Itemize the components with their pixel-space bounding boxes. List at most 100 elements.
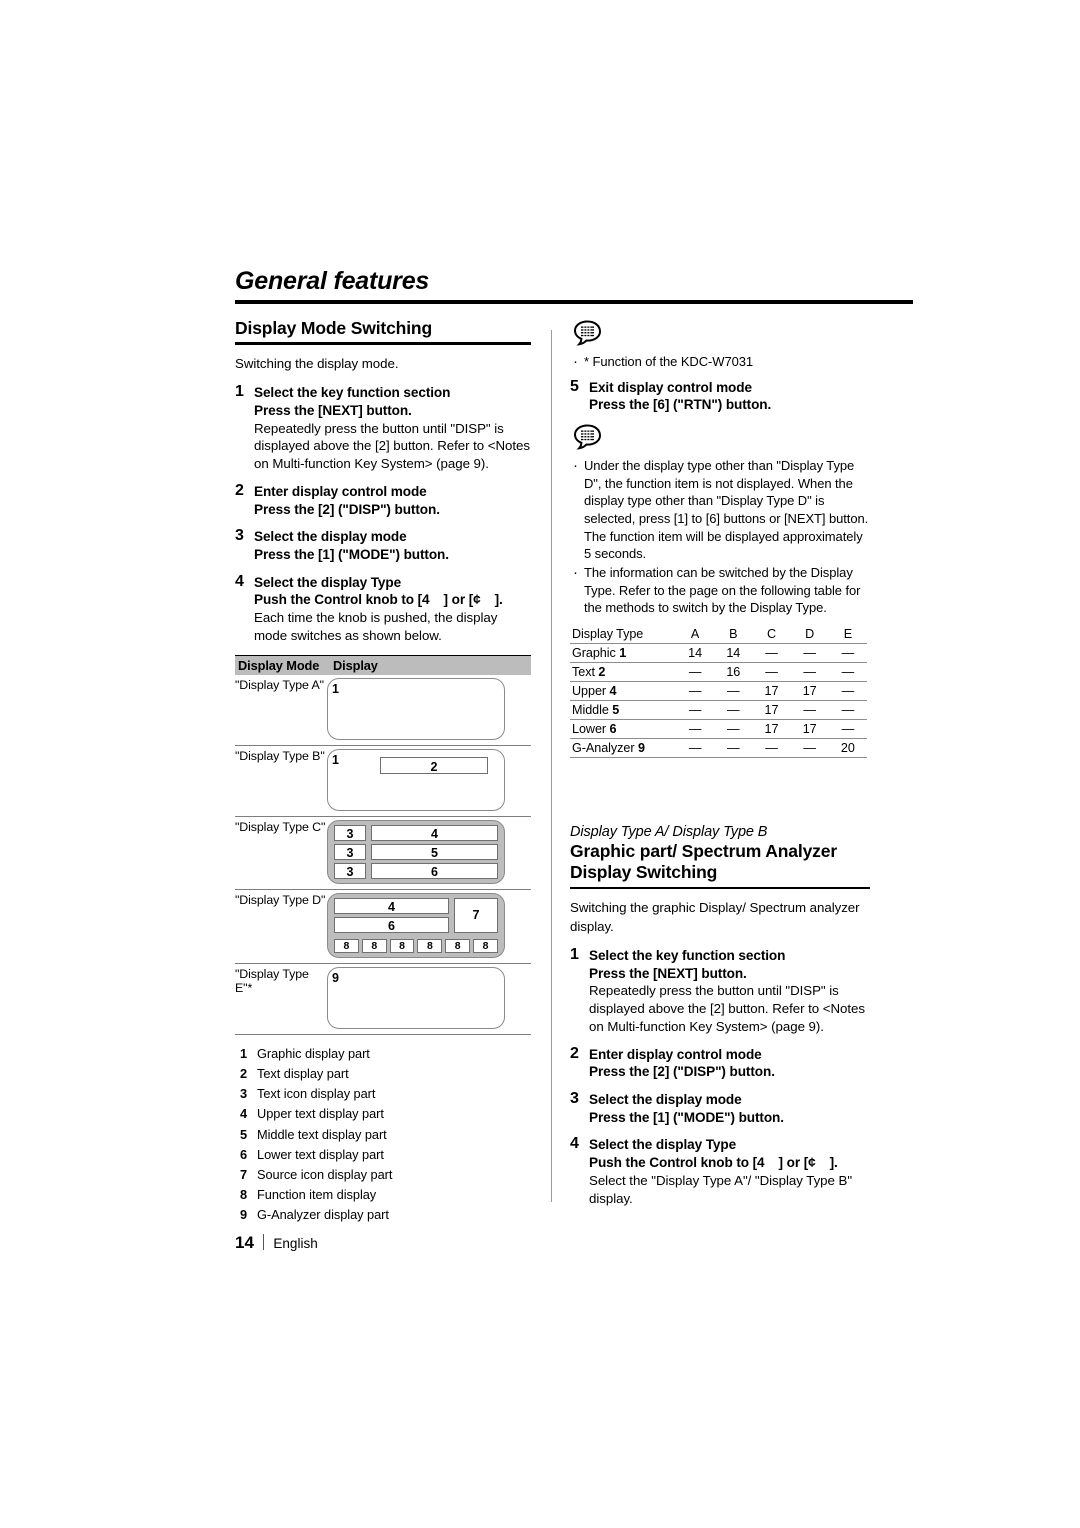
display-mode-figure: Display Mode Display "Display Type A" 1 … <box>235 654 531 1035</box>
cell: — <box>790 700 829 721</box>
step-title: Enter display control mode <box>254 483 427 499</box>
part-callout: 4 <box>371 824 498 841</box>
step-action: Press the [2] ("DISP") button. <box>589 1064 775 1080</box>
screen-function-row: 8 8 8 8 8 8 <box>334 938 498 953</box>
step-item: 3 Select the display mode Press the [1] … <box>570 1090 870 1126</box>
step-title: Select the key function section <box>254 385 451 401</box>
step-number: 3 <box>235 527 244 545</box>
legend-label: Text display part <box>257 1065 349 1081</box>
chapter-header: General features <box>235 267 913 304</box>
table-row: Lower 6 — — 17 17 — <box>570 719 867 740</box>
cell: — <box>676 662 715 683</box>
part-callout: 8 <box>445 938 471 953</box>
row-label: G-Analyzer 9 <box>570 738 676 759</box>
left-column: Display Mode Switching Switching the dis… <box>235 318 531 1226</box>
step-number: 1 <box>570 945 579 963</box>
part-callout: 4 <box>334 897 449 914</box>
knob-action-mid: ] or [¢ <box>778 1155 816 1171</box>
screen-icon-column: 7 <box>454 897 498 936</box>
step-number: 4 <box>570 1135 579 1153</box>
column-header: E <box>828 625 867 645</box>
section-intro: Switching the display mode. <box>235 355 399 371</box>
section-eyebrow: Display Type A/ Display Type B <box>570 824 768 841</box>
step-action: Press the [1] ("MODE") button. <box>589 1109 784 1125</box>
legend-number: 6 <box>240 1146 248 1162</box>
note-list: Under the display type other than "Displ… <box>570 456 870 617</box>
legend-item: 2 Text display part <box>235 1064 531 1084</box>
screen-upper-area: 4 6 7 <box>334 897 498 936</box>
step-title: Select the display mode <box>589 1092 742 1108</box>
section-rule <box>570 886 870 890</box>
display-mode-row-e: "Display Type E"* 9 <box>235 964 531 1035</box>
step-number: 5 <box>570 377 579 395</box>
display-mode-row-d: "Display Type D" 4 6 7 8 8 8 8 8 8 <box>235 890 531 964</box>
header-display: Display <box>333 657 378 673</box>
legend-number: 3 <box>240 1086 248 1102</box>
legend-item: 4 Upper text display part <box>235 1104 531 1124</box>
part-callout: 8 <box>361 938 387 953</box>
screen-type-d: 4 6 7 8 8 8 8 8 8 <box>327 892 505 958</box>
legend-label: Lower text display part <box>257 1146 384 1162</box>
step-number: 1 <box>235 383 244 401</box>
display-mode-label: "Display Type C" <box>235 819 326 834</box>
footer-language: English <box>273 1236 318 1251</box>
part-callout: 1 <box>332 681 339 696</box>
cell: — <box>714 700 753 721</box>
cell: 17 <box>752 681 791 702</box>
part-callout: 7 <box>454 897 498 933</box>
column-divider <box>551 330 552 1202</box>
memo-bubble-icon <box>573 424 870 456</box>
knob-action-mid: ] or [¢ <box>443 592 481 608</box>
column-header: C <box>752 625 791 645</box>
display-mode-screen: 1 <box>327 675 531 745</box>
legend-label: G-Analyzer display part <box>257 1207 389 1223</box>
legend-item: 3 Text icon display part <box>235 1084 531 1104</box>
display-mode-label: "Display Type B" <box>235 748 325 763</box>
chapter-title: General features <box>235 267 430 295</box>
section-title-line2: Display Switching <box>570 862 718 883</box>
display-mode-row-b: "Display Type B" 1 2 <box>235 746 531 817</box>
step-item: 1 Select the key function section Press … <box>570 945 870 1036</box>
step-number: 4 <box>235 572 244 590</box>
screen-text-column: 4 6 <box>334 897 449 936</box>
display-mode-label: "Display Type D" <box>235 892 326 907</box>
legend-label: Text icon display part <box>257 1086 376 1102</box>
column-header: Display Type <box>570 625 676 645</box>
legend-item: 7 Source icon display part <box>235 1165 531 1185</box>
cell: — <box>752 662 791 683</box>
row-label: Lower 6 <box>570 719 676 740</box>
display-type-reference-table: Display Type A B C D E Graphic 1 14 14 —… <box>570 625 867 759</box>
note-item: Under the display type other than "Displ… <box>570 456 870 563</box>
row-name: G-Analyzer <box>572 741 635 756</box>
part-callout: 6 <box>371 862 498 879</box>
legend-item: 6 Lower text display part <box>235 1145 531 1165</box>
row-name: Text <box>572 665 595 680</box>
legend-number: 1 <box>240 1045 248 1061</box>
table-row: Upper 4 — — 17 17 — <box>570 681 867 702</box>
table-header-row: Display Type A B C D E <box>570 625 867 645</box>
display-mode-screen: 3 4 3 5 3 6 <box>327 817 531 889</box>
legend-label: Function item display <box>257 1187 377 1203</box>
step-title: Select the key function section <box>589 947 786 963</box>
legend-item: 5 Middle text display part <box>235 1125 531 1145</box>
part-callout: 8 <box>389 938 415 953</box>
part-callout: 8 <box>473 938 498 953</box>
screen-line: 3 5 <box>334 843 498 860</box>
cell: — <box>676 681 715 702</box>
row-part-number: 5 <box>612 703 620 718</box>
display-mode-label: "Display Type E"* <box>235 966 309 995</box>
step-title: Select the display mode <box>254 529 407 545</box>
display-mode-row-c: "Display Type C" 3 4 3 5 3 6 <box>235 817 531 890</box>
row-name: Lower <box>572 722 607 737</box>
section-title-graphic-spectrum: Graphic part/ Spectrum Analyzer Display … <box>570 841 870 884</box>
section-rule <box>235 342 531 345</box>
row-label: Middle 5 <box>570 700 676 721</box>
legend-number: 7 <box>240 1166 248 1182</box>
legend-item: 1 Graphic display part <box>235 1044 531 1064</box>
page-number: 14 <box>235 1233 254 1252</box>
column-header: B <box>714 625 753 645</box>
cell: — <box>790 738 829 759</box>
row-part-number: 2 <box>598 665 606 680</box>
cell: — <box>828 662 867 683</box>
row-name: Upper <box>572 684 607 699</box>
